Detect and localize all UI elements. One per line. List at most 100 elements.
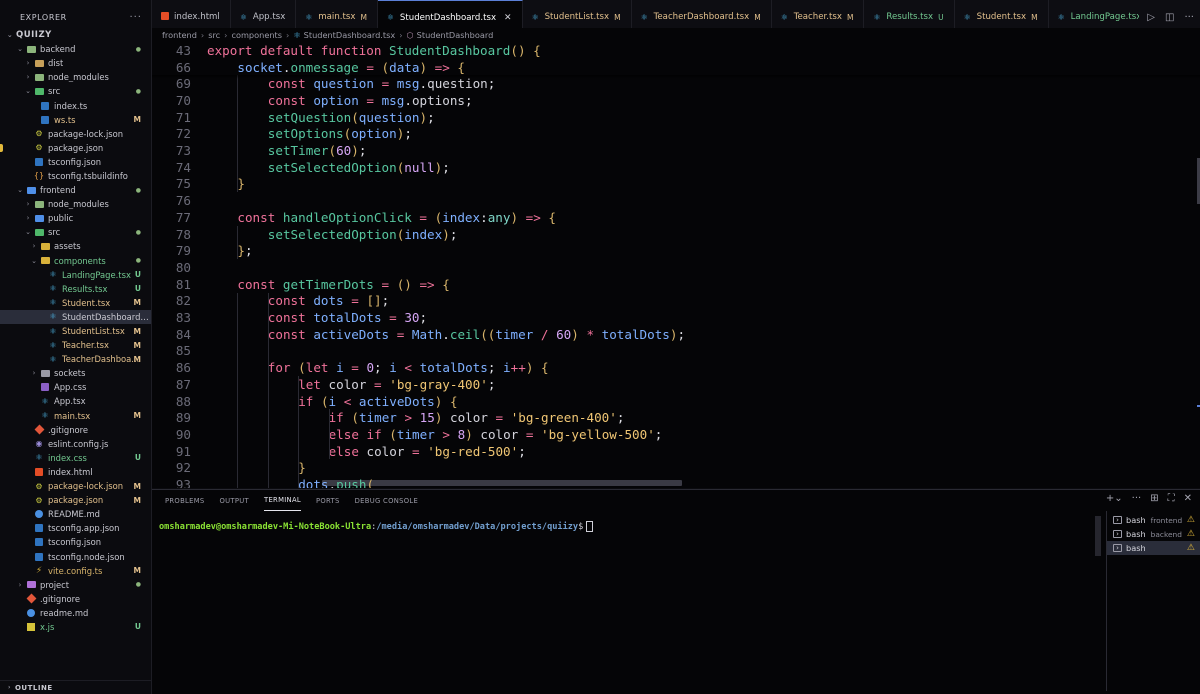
code-line[interactable]: 43 export default function StudentDashboa… — [152, 42, 1200, 59]
tree-item-node-modules[interactable]: › node_modules — [0, 197, 151, 211]
code-line[interactable]: 73 setTimer(60); — [152, 142, 1200, 159]
tree-item-tsconfig-app-json[interactable]: tsconfig.app.json — [0, 521, 151, 535]
breadcrumb-segment[interactable]: components — [231, 30, 282, 40]
tree-item-x-js[interactable]: x.js U — [0, 620, 151, 634]
tree-item-ws-ts[interactable]: ws.ts M — [0, 113, 151, 127]
code-line[interactable]: 91 else color = 'bg-red-500'; — [152, 443, 1200, 460]
tree-item-package-json[interactable]: ⚙ package.json — [0, 141, 151, 155]
panel-tab-problems[interactable]: PROBLEMS — [165, 490, 205, 511]
split-terminal-icon[interactable]: ⊞ — [1150, 493, 1158, 504]
tree-item-assets[interactable]: › assets — [0, 239, 151, 253]
panel-tab-ports[interactable]: PORTS — [316, 490, 340, 511]
tree-item-sockets[interactable]: › sockets — [0, 366, 151, 380]
code-line[interactable]: 83 const totalDots = 30; — [152, 309, 1200, 326]
breadcrumb-segment[interactable]: frontend — [162, 30, 197, 40]
terminal-scrollbar[interactable] — [1095, 516, 1101, 556]
panel-tab-output[interactable]: OUTPUT — [220, 490, 250, 511]
close-panel-icon[interactable]: ✕ — [1184, 493, 1192, 504]
tree-item-tsconfig-node-json[interactable]: tsconfig.node.json — [0, 549, 151, 563]
tab-label: App.tsx — [252, 12, 286, 22]
explorer-more-icon[interactable]: ··· — [129, 12, 142, 23]
code-editor[interactable]: 43 export default function StudentDashboa… — [152, 42, 1200, 488]
terminal-list-item[interactable]: › bash frontend ⚠ — [1107, 513, 1200, 527]
code-line[interactable]: 82 const dots = []; — [152, 293, 1200, 310]
tree-item-node-modules[interactable]: › node_modules — [0, 70, 151, 84]
tree-item-package-lock-json[interactable]: ⚙ package-lock.json — [0, 127, 151, 141]
project-root[interactable]: ⌄ QUIIZY — [0, 28, 151, 42]
tree-item-readme-md[interactable]: README.md — [0, 507, 151, 521]
breadcrumb-segment[interactable]: src — [208, 30, 220, 40]
tree-item-dist[interactable]: › dist — [0, 56, 151, 70]
code-line[interactable]: 81 const getTimerDots = () => { — [152, 276, 1200, 293]
tree-item-frontend[interactable]: ⌄ frontend ● — [0, 183, 151, 197]
tree-item-public[interactable]: › public — [0, 211, 151, 225]
terminal-list-item[interactable]: › bash backend ⚠ — [1107, 527, 1200, 541]
code-line[interactable]: 75} — [152, 176, 1200, 193]
code-line[interactable]: 87 let color = 'bg-gray-400'; — [152, 376, 1200, 393]
code-line[interactable]: 80 — [152, 259, 1200, 276]
code-line[interactable]: 72 setOptions(option); — [152, 126, 1200, 143]
terminal-path: /media/omsharmadev/Data/projects/quiizy — [376, 522, 579, 532]
code-line[interactable]: 92} — [152, 460, 1200, 477]
tree-item-index-html[interactable]: index.html — [0, 465, 151, 479]
new-terminal-icon[interactable]: +⌄ — [1106, 493, 1123, 504]
code-line[interactable]: 86 for (let i = 0; i < totalDots; i++) { — [152, 359, 1200, 376]
tree-item-backend[interactable]: ⌄ backend ● — [0, 42, 151, 56]
tree-item-components[interactable]: ⌄ components ● — [0, 254, 151, 268]
tree-item-readme-md[interactable]: readme.md — [0, 606, 151, 620]
code-line[interactable]: 93 dots.push( — [152, 476, 1200, 488]
tree-item-teacher-tsx[interactable]: ⚛ Teacher.tsx M — [0, 338, 151, 352]
tree-item-results-tsx[interactable]: ⚛ Results.tsx U — [0, 282, 151, 296]
more-actions-icon[interactable]: ··· — [1184, 12, 1194, 23]
tree-item-tsconfig-tsbuildinfo[interactable]: {} tsconfig.tsbuildinfo — [0, 169, 151, 183]
tree-item-src[interactable]: ⌄ src ● — [0, 225, 151, 239]
close-icon[interactable]: ✕ — [504, 13, 512, 23]
tree-item-tsconfig-json[interactable]: tsconfig.json — [0, 535, 151, 549]
tree-item-eslint-config-js[interactable]: ◉ eslint.config.js — [0, 437, 151, 451]
tree-item-teacherdashboa-[interactable]: ⚛ TeacherDashboa... M — [0, 352, 151, 366]
tree-item--gitignore[interactable]: .gitignore — [0, 423, 151, 437]
code-token: ; — [654, 426, 663, 442]
code-line[interactable]: 78 setSelectedOption(index); — [152, 226, 1200, 243]
tree-item-app-css[interactable]: App.css — [0, 380, 151, 394]
tree-item-student-tsx[interactable]: ⚛ Student.tsx M — [0, 296, 151, 310]
tree-item-studentdashboard-tsx[interactable]: ⚛ StudentDashboard.tsx — [0, 309, 151, 324]
code-line[interactable]: 71 setQuestion(question); — [152, 109, 1200, 126]
code-line[interactable]: 90 else if (timer > 8) color = 'bg-yellow… — [152, 426, 1200, 443]
tree-item-index-ts[interactable]: index.ts — [0, 98, 151, 112]
tree-item--gitignore[interactable]: .gitignore — [0, 592, 151, 606]
terminal-list-item[interactable]: › bash ⚠ — [1107, 541, 1200, 555]
tree-item-src[interactable]: ⌄ src ● — [0, 84, 151, 98]
terminal[interactable]: omsharmadev@omsharmadev-Mi-NoteBook-Ultr… — [152, 514, 1106, 694]
code-line[interactable]: 76 — [152, 192, 1200, 209]
tree-item-project[interactable]: › project ● — [0, 578, 151, 592]
tree-item-landingpage-tsx[interactable]: ⚛ LandingPage.tsx U — [0, 268, 151, 282]
code-line[interactable]: 70 const option = msg.options; — [152, 92, 1200, 109]
breadcrumb-segment[interactable]: StudentDashboard.tsx — [304, 30, 396, 40]
code-line[interactable]: 89 if (timer > 15) color = 'bg-green-400'… — [152, 409, 1200, 426]
panel-tab-debug-console[interactable]: DEBUG CONSOLE — [355, 490, 418, 511]
maximize-panel-icon[interactable]: ⛶ — [1168, 493, 1175, 504]
tree-item-package-lock-json[interactable]: ⚙ package-lock.json M — [0, 479, 151, 493]
tree-item-app-tsx[interactable]: ⚛ App.tsx — [0, 394, 151, 408]
tree-item-studentlist-tsx[interactable]: ⚛ StudentList.tsx M — [0, 324, 151, 338]
run-icon[interactable]: ▷ — [1147, 12, 1155, 23]
tree-item-package-json[interactable]: ⚙ package.json M — [0, 493, 151, 507]
code-line[interactable]: 84 const activeDots = Math.ceil((timer / … — [152, 326, 1200, 343]
code-line[interactable]: 88 if (i < activeDots) { — [152, 393, 1200, 410]
code-line[interactable]: 77 const handleOptionClick = (index:any) … — [152, 209, 1200, 226]
split-editor-icon[interactable]: ◫ — [1165, 12, 1174, 23]
tree-item-vite-config-ts[interactable]: ⚡ vite.config.ts M — [0, 564, 151, 578]
outline-section[interactable]: › OUTLINE — [0, 680, 151, 694]
panel-more-icon[interactable]: ··· — [1132, 493, 1142, 504]
tree-item-main-tsx[interactable]: ⚛ main.tsx M — [0, 409, 151, 423]
code-line[interactable]: 74 setSelectedOption(null); — [152, 159, 1200, 176]
code-line[interactable]: 79}; — [152, 242, 1200, 259]
tree-item-index-css[interactable]: ⚛ index.css U — [0, 451, 151, 465]
tree-item-tsconfig-json[interactable]: tsconfig.json — [0, 155, 151, 169]
breadcrumb-segment[interactable]: StudentDashboard — [417, 30, 494, 40]
panel-tab-terminal[interactable]: TERMINAL — [264, 490, 301, 511]
code-line[interactable]: 66 socket.onmessage = (data) => { — [152, 58, 1200, 76]
code-line[interactable]: 85 — [152, 343, 1200, 360]
